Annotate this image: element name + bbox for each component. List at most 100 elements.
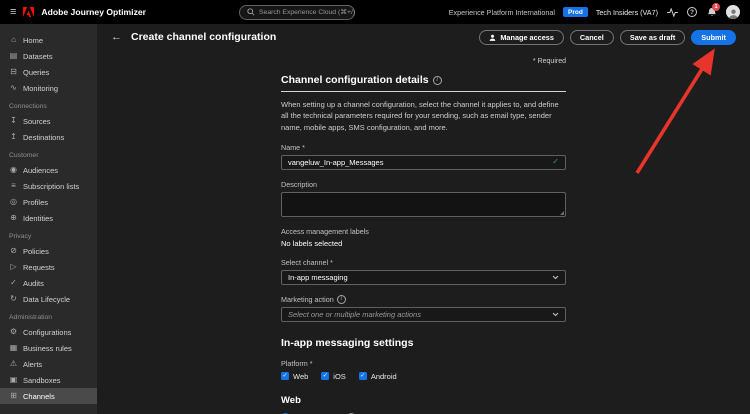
- name-input[interactable]: vangeluw_In-app_Messages ✓: [281, 154, 566, 170]
- home-icon: ⌂: [11, 35, 16, 44]
- sidebar-item-channels[interactable]: ⊞ Channels: [0, 388, 97, 404]
- sidebar-item-identities[interactable]: ⊕ Identities: [0, 210, 97, 226]
- required-note: * Required: [532, 58, 566, 65]
- marketing-action-select[interactable]: Select one or multiple marketing actions: [281, 306, 566, 322]
- channel-select[interactable]: In-app messaging: [281, 269, 566, 285]
- configurations-icon: ⚙: [9, 327, 18, 336]
- sidebar-item-label: Subscription lists: [23, 181, 80, 191]
- sidebar-item-profiles[interactable]: ◎ Profiles: [0, 194, 97, 210]
- notifications-icon[interactable]: 1: [705, 2, 720, 19]
- details-section-header: Channel configuration details i: [281, 74, 566, 92]
- sidebar-item-label: Policies: [23, 246, 49, 256]
- chevron-down-icon: [552, 312, 559, 317]
- info-icon[interactable]: i: [336, 294, 346, 304]
- sidebar-item-sources[interactable]: ↧ Sources: [0, 113, 97, 129]
- sidebar-item-data-lifecycle[interactable]: ↻ Data Lifecycle: [0, 291, 97, 307]
- sidebar-section-connections[interactable]: Connections: [0, 100, 97, 113]
- checkbox-icon: ✓: [358, 372, 367, 381]
- avatar[interactable]: [726, 5, 740, 19]
- sidebar-item-label: Destinations: [23, 132, 65, 142]
- sidebar-item-destinations[interactable]: ↥ Destinations: [0, 129, 97, 145]
- data-lifecycle-icon: ↻: [10, 294, 17, 303]
- header-actions: Manage access Cancel Save as draft Submi…: [479, 29, 736, 45]
- sidebar-item-home[interactable]: ⌂ Home: [0, 32, 97, 48]
- search-input[interactable]: Search Experience Cloud (⌘+/): [239, 4, 356, 20]
- page-title: Create channel configuration: [131, 31, 277, 43]
- adobe-logo-icon: [23, 7, 35, 17]
- valid-check-icon: ✓: [552, 157, 559, 167]
- sidebar-item-monitoring[interactable]: ∿ Monitoring: [0, 80, 97, 96]
- select-channel-label: Select channel *: [281, 257, 333, 267]
- sidebar-item-label: Requests: [23, 262, 55, 272]
- sidebar-item-alerts[interactable]: ⚠ Alerts: [0, 356, 97, 372]
- sidebar-item-configurations[interactable]: ⚙ Configurations: [0, 324, 97, 340]
- sidebar-item-label: Identities: [23, 213, 54, 223]
- sidebar-item-requests[interactable]: ▷ Requests: [0, 259, 97, 275]
- sidebar-section-privacy[interactable]: Privacy: [0, 230, 97, 243]
- audits-icon: ✓: [10, 278, 17, 287]
- sources-icon: ↧: [10, 116, 17, 125]
- sidebar-item-label: Sandboxes: [23, 375, 61, 385]
- sidebar-item-label: Audiences: [23, 165, 59, 175]
- activity-icon[interactable]: [666, 6, 679, 19]
- platform-checkbox-ios[interactable]: ✓ iOS: [321, 372, 346, 381]
- content-area: * Required Channel configuration details…: [97, 50, 750, 414]
- inapp-settings-title: In-app messaging settings: [281, 336, 414, 349]
- subscription-lists-icon: ≡: [11, 181, 16, 190]
- sidebar-item-policies[interactable]: ⊘ Policies: [0, 243, 97, 259]
- menu-icon[interactable]: ≡: [10, 6, 16, 18]
- access-labels-value: No labels selected: [281, 238, 343, 248]
- marketing-action-placeholder: Select one or multiple marketing actions: [288, 309, 421, 319]
- sidebar-item-audits[interactable]: ✓ Audits: [0, 275, 97, 291]
- checkbox-icon: ✓: [281, 372, 289, 381]
- save-as-draft-button[interactable]: Save as draft: [619, 29, 686, 45]
- info-icon[interactable]: i: [432, 75, 442, 85]
- help-icon[interactable]: ?: [687, 7, 697, 17]
- platform-checkbox-web[interactable]: ✓ Web: [281, 372, 308, 381]
- sidebar-item-label: Business rules: [23, 343, 72, 353]
- sidebar-section-customer[interactable]: Customer: [0, 149, 97, 162]
- policies-icon: ⊘: [10, 246, 17, 255]
- audiences-icon: ◉: [10, 165, 17, 174]
- page-header: ← Create channel configuration Manage ac…: [97, 24, 750, 50]
- sidebar-item-business-rules[interactable]: ▦ Business rules: [0, 340, 97, 356]
- sidebar-item-sandboxes[interactable]: ▣ Sandboxes: [0, 372, 97, 388]
- sidebar: ⌂ Home ▤ Datasets ⊟ Queries ∿ Monitoring Connect…: [0, 24, 97, 414]
- search-placeholder: Search Experience Cloud (⌘+/): [259, 9, 356, 16]
- identities-icon: ⊕: [10, 213, 17, 222]
- platform-checkbox-group: ✓ Web ✓ iOS ✓ Android: [281, 372, 566, 381]
- app-window: ≡ Adobe Journey Optimizer Search Experie…: [0, 0, 750, 414]
- web-section-title: Web: [281, 394, 301, 406]
- alerts-icon: ⚠: [9, 359, 18, 368]
- sandboxes-icon: ▣: [9, 375, 18, 384]
- chevron-down-icon: [552, 275, 559, 280]
- checkbox-label: Android: [370, 371, 397, 381]
- submit-button[interactable]: Submit: [691, 29, 736, 45]
- sidebar-item-subscription-lists[interactable]: ≡ Subscription lists: [0, 178, 97, 194]
- sidebar-item-datasets[interactable]: ▤ Datasets: [0, 48, 97, 64]
- details-section-title: Channel configuration details: [281, 74, 429, 86]
- destinations-icon: ↥: [10, 132, 17, 141]
- sidebar-item-audiences[interactable]: ◉ Audiences: [0, 162, 97, 178]
- search-icon: [247, 8, 255, 16]
- manage-access-button[interactable]: Manage access: [479, 29, 564, 45]
- sidebar-section-administration[interactable]: Administration: [0, 311, 97, 324]
- form-column: * Required Channel configuration details…: [281, 50, 566, 414]
- checkbox-icon: ✓: [321, 372, 330, 381]
- monitoring-icon: ∿: [10, 83, 17, 92]
- name-value: vangeluw_In-app_Messages: [288, 157, 384, 167]
- main-panel: ← Create channel configuration Manage ac…: [97, 24, 750, 414]
- notification-badge: 1: [712, 2, 720, 11]
- back-button[interactable]: ←: [111, 31, 122, 43]
- business-rules-icon: ▦: [9, 343, 18, 352]
- sidebar-item-queries[interactable]: ⊟ Queries: [0, 64, 97, 80]
- platform-checkbox-android[interactable]: ✓ Android: [358, 371, 397, 381]
- checkbox-label: Web: [293, 371, 309, 381]
- checkbox-label: iOS: [333, 371, 346, 381]
- marketing-action-label: Marketing action: [281, 294, 334, 304]
- env-badge[interactable]: Prod: [563, 7, 588, 17]
- sandbox-selector[interactable]: Tech Insiders (VA7): [596, 8, 658, 17]
- description-input[interactable]: [281, 191, 566, 217]
- cancel-button[interactable]: Cancel: [569, 29, 614, 45]
- sidebar-item-label: Monitoring: [23, 83, 59, 93]
